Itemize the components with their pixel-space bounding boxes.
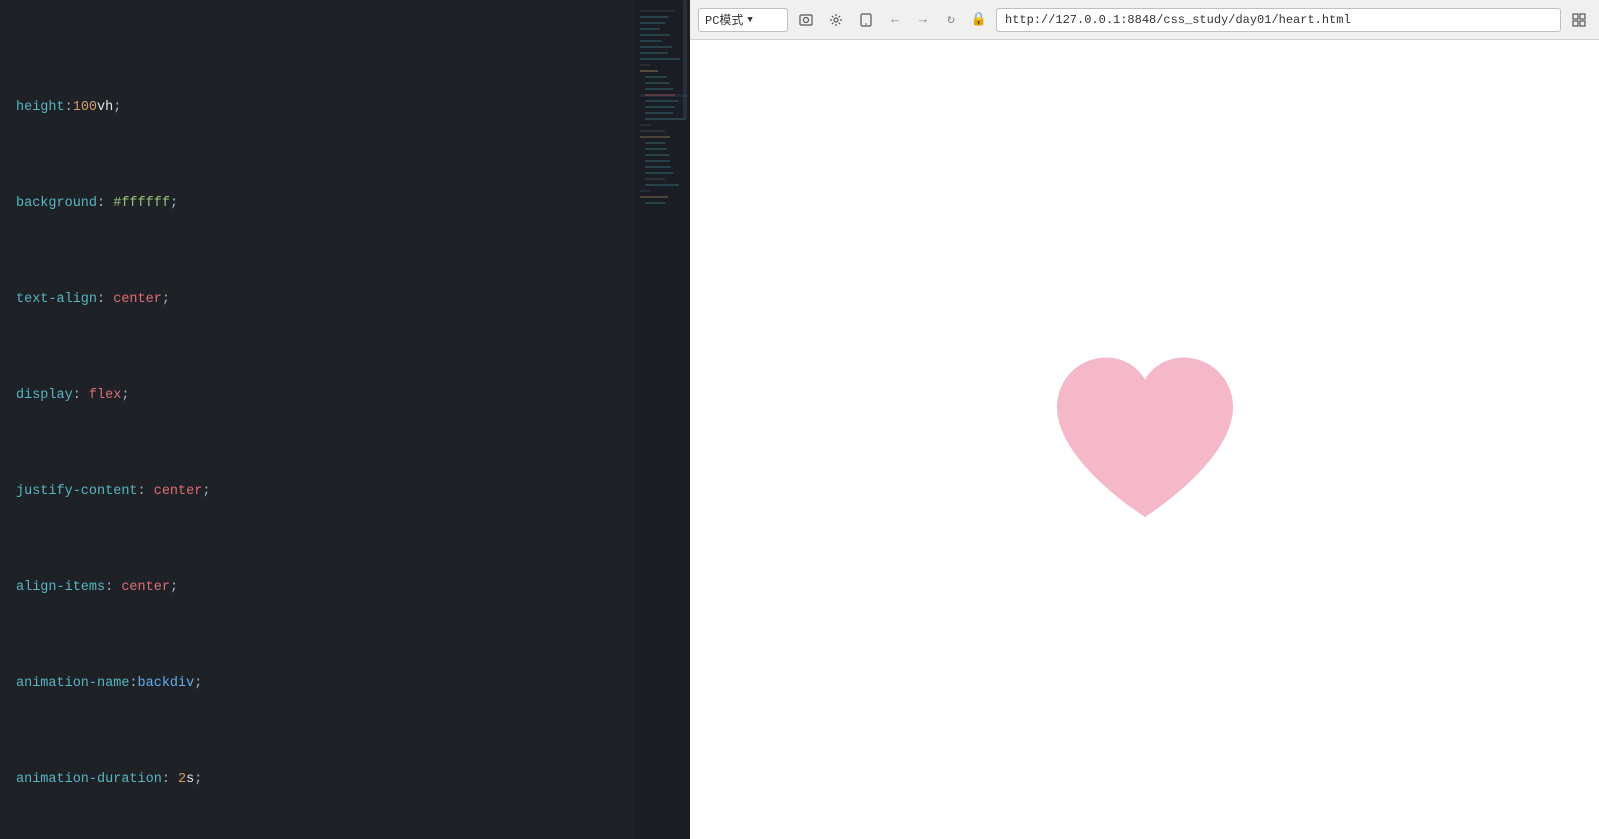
phone-icon	[860, 13, 872, 27]
code-line: height:100vh;	[0, 96, 690, 120]
grid-icon	[1572, 13, 1586, 27]
grid-button[interactable]	[1567, 8, 1591, 32]
browser-toolbar: PC模式 ▼ ← → ↻ 🔒 ht	[690, 0, 1599, 40]
code-line: justify-content: center;	[0, 480, 690, 504]
browser-content	[690, 40, 1599, 839]
code-line: align-items: center;	[0, 576, 690, 600]
browser-panel: PC模式 ▼ ← → ↻ 🔒 ht	[690, 0, 1599, 839]
mode-label: PC模式	[705, 11, 743, 28]
screenshot-button[interactable]	[794, 8, 818, 32]
heart-shape	[1035, 340, 1255, 540]
code-content: height:100vh; background: #ffffff; text-…	[0, 0, 690, 839]
refresh-button[interactable]: ↻	[940, 9, 962, 31]
code-line: text-align: center;	[0, 288, 690, 312]
forward-button[interactable]: →	[912, 9, 934, 31]
settings-button[interactable]	[824, 8, 848, 32]
code-editor: height:100vh; background: #ffffff; text-…	[0, 0, 690, 839]
url-text: http://127.0.0.1:8848/css_study/day01/he…	[1005, 13, 1351, 27]
chevron-down-icon: ▼	[747, 15, 752, 25]
lock-icon: 🔒	[968, 9, 990, 31]
url-bar[interactable]: http://127.0.0.1:8848/css_study/day01/he…	[996, 8, 1561, 32]
code-line: animation-duration: 2s;	[0, 768, 690, 792]
code-line: background: #ffffff;	[0, 192, 690, 216]
mode-selector[interactable]: PC模式 ▼	[698, 8, 788, 32]
code-minimap	[635, 0, 690, 839]
heart-shape-container	[1015, 310, 1275, 570]
phone-button[interactable]	[854, 8, 878, 32]
code-line: animation-name:backdiv;	[0, 672, 690, 696]
code-line: display: flex;	[0, 384, 690, 408]
back-button[interactable]: ←	[884, 9, 906, 31]
gear-icon	[829, 13, 843, 27]
screenshot-icon	[799, 13, 813, 27]
